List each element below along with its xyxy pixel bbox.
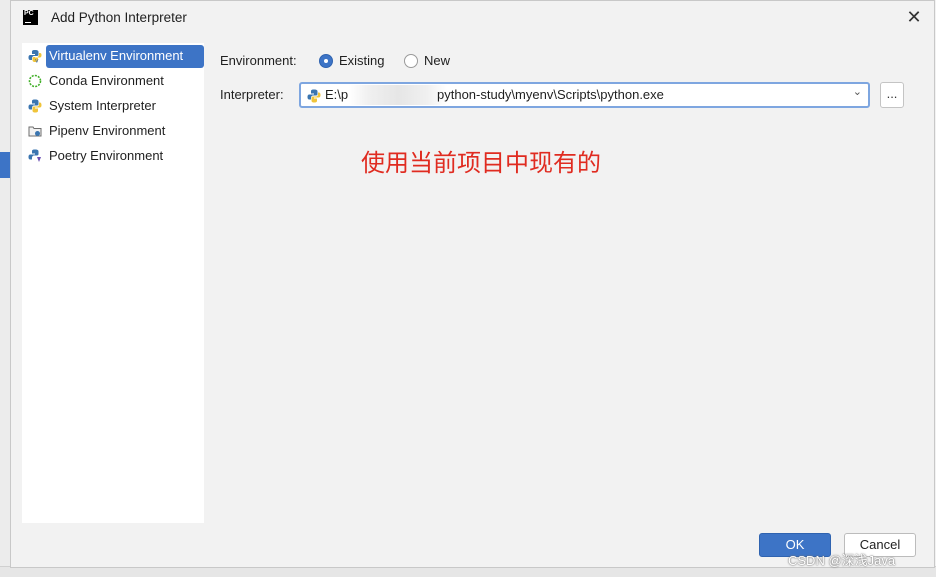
pipenv-icon [28,126,42,137]
existing-radio[interactable] [319,54,333,68]
new-radio[interactable] [404,54,418,68]
virtualenv-icon: v [28,50,42,64]
interpreter-path-end: python-study\myenv\Scripts\python.exe [437,87,664,102]
svg-text:v: v [35,58,39,64]
redacted-path-segment [349,85,447,105]
interpreter-label: Interpreter: [220,87,284,102]
add-python-interpreter-dialog: PC Add Python Interpreter ✕ v Virtualenv… [10,0,935,568]
poetry-icon [28,149,41,162]
title-bar: PC Add Python Interpreter ✕ [11,1,934,35]
sidebar-item-label: System Interpreter [49,98,156,113]
existing-radio-label[interactable]: Existing [339,53,385,68]
conda-icon [28,74,42,88]
environment-label: Environment: [220,53,297,68]
sidebar-item-label: Pipenv Environment [49,123,166,138]
chevron-down-icon[interactable]: ⌄ [853,85,862,98]
interpreter-select[interactable]: E:\p python-study\myenv\Scripts\python.e… [299,82,870,108]
interpreter-path-start: E:\p [325,87,349,102]
sidebar-item-virtualenv[interactable]: v Virtualenv Environment [26,45,204,68]
sidebar-item-poetry[interactable]: Poetry Environment [26,145,202,167]
environment-type-list: v Virtualenv Environment Conda Environme… [22,43,204,523]
sidebar-item-system-interpreter[interactable]: System Interpreter [26,95,202,117]
sidebar-item-label: Poetry Environment [49,148,164,163]
sidebar-item-label: Conda Environment [49,73,164,88]
browse-button[interactable]: ... [880,82,904,108]
python-interpreter-icon [307,89,321,103]
sidebar-item-pipenv[interactable]: Pipenv Environment [26,120,202,142]
sidebar-item-conda[interactable]: Conda Environment [26,70,202,92]
watermark: CSDN @深浅Java [788,553,896,568]
background-selection [0,152,10,178]
annotation-text: 使用当前项目中现有的 [361,149,601,177]
dialog-title: Add Python Interpreter [51,10,187,25]
new-radio-label[interactable]: New [424,53,450,68]
close-icon[interactable]: ✕ [904,7,924,27]
python-icon [28,99,42,113]
pycharm-logo-icon: PC [23,10,38,25]
sidebar-item-label: Virtualenv Environment [49,48,184,63]
